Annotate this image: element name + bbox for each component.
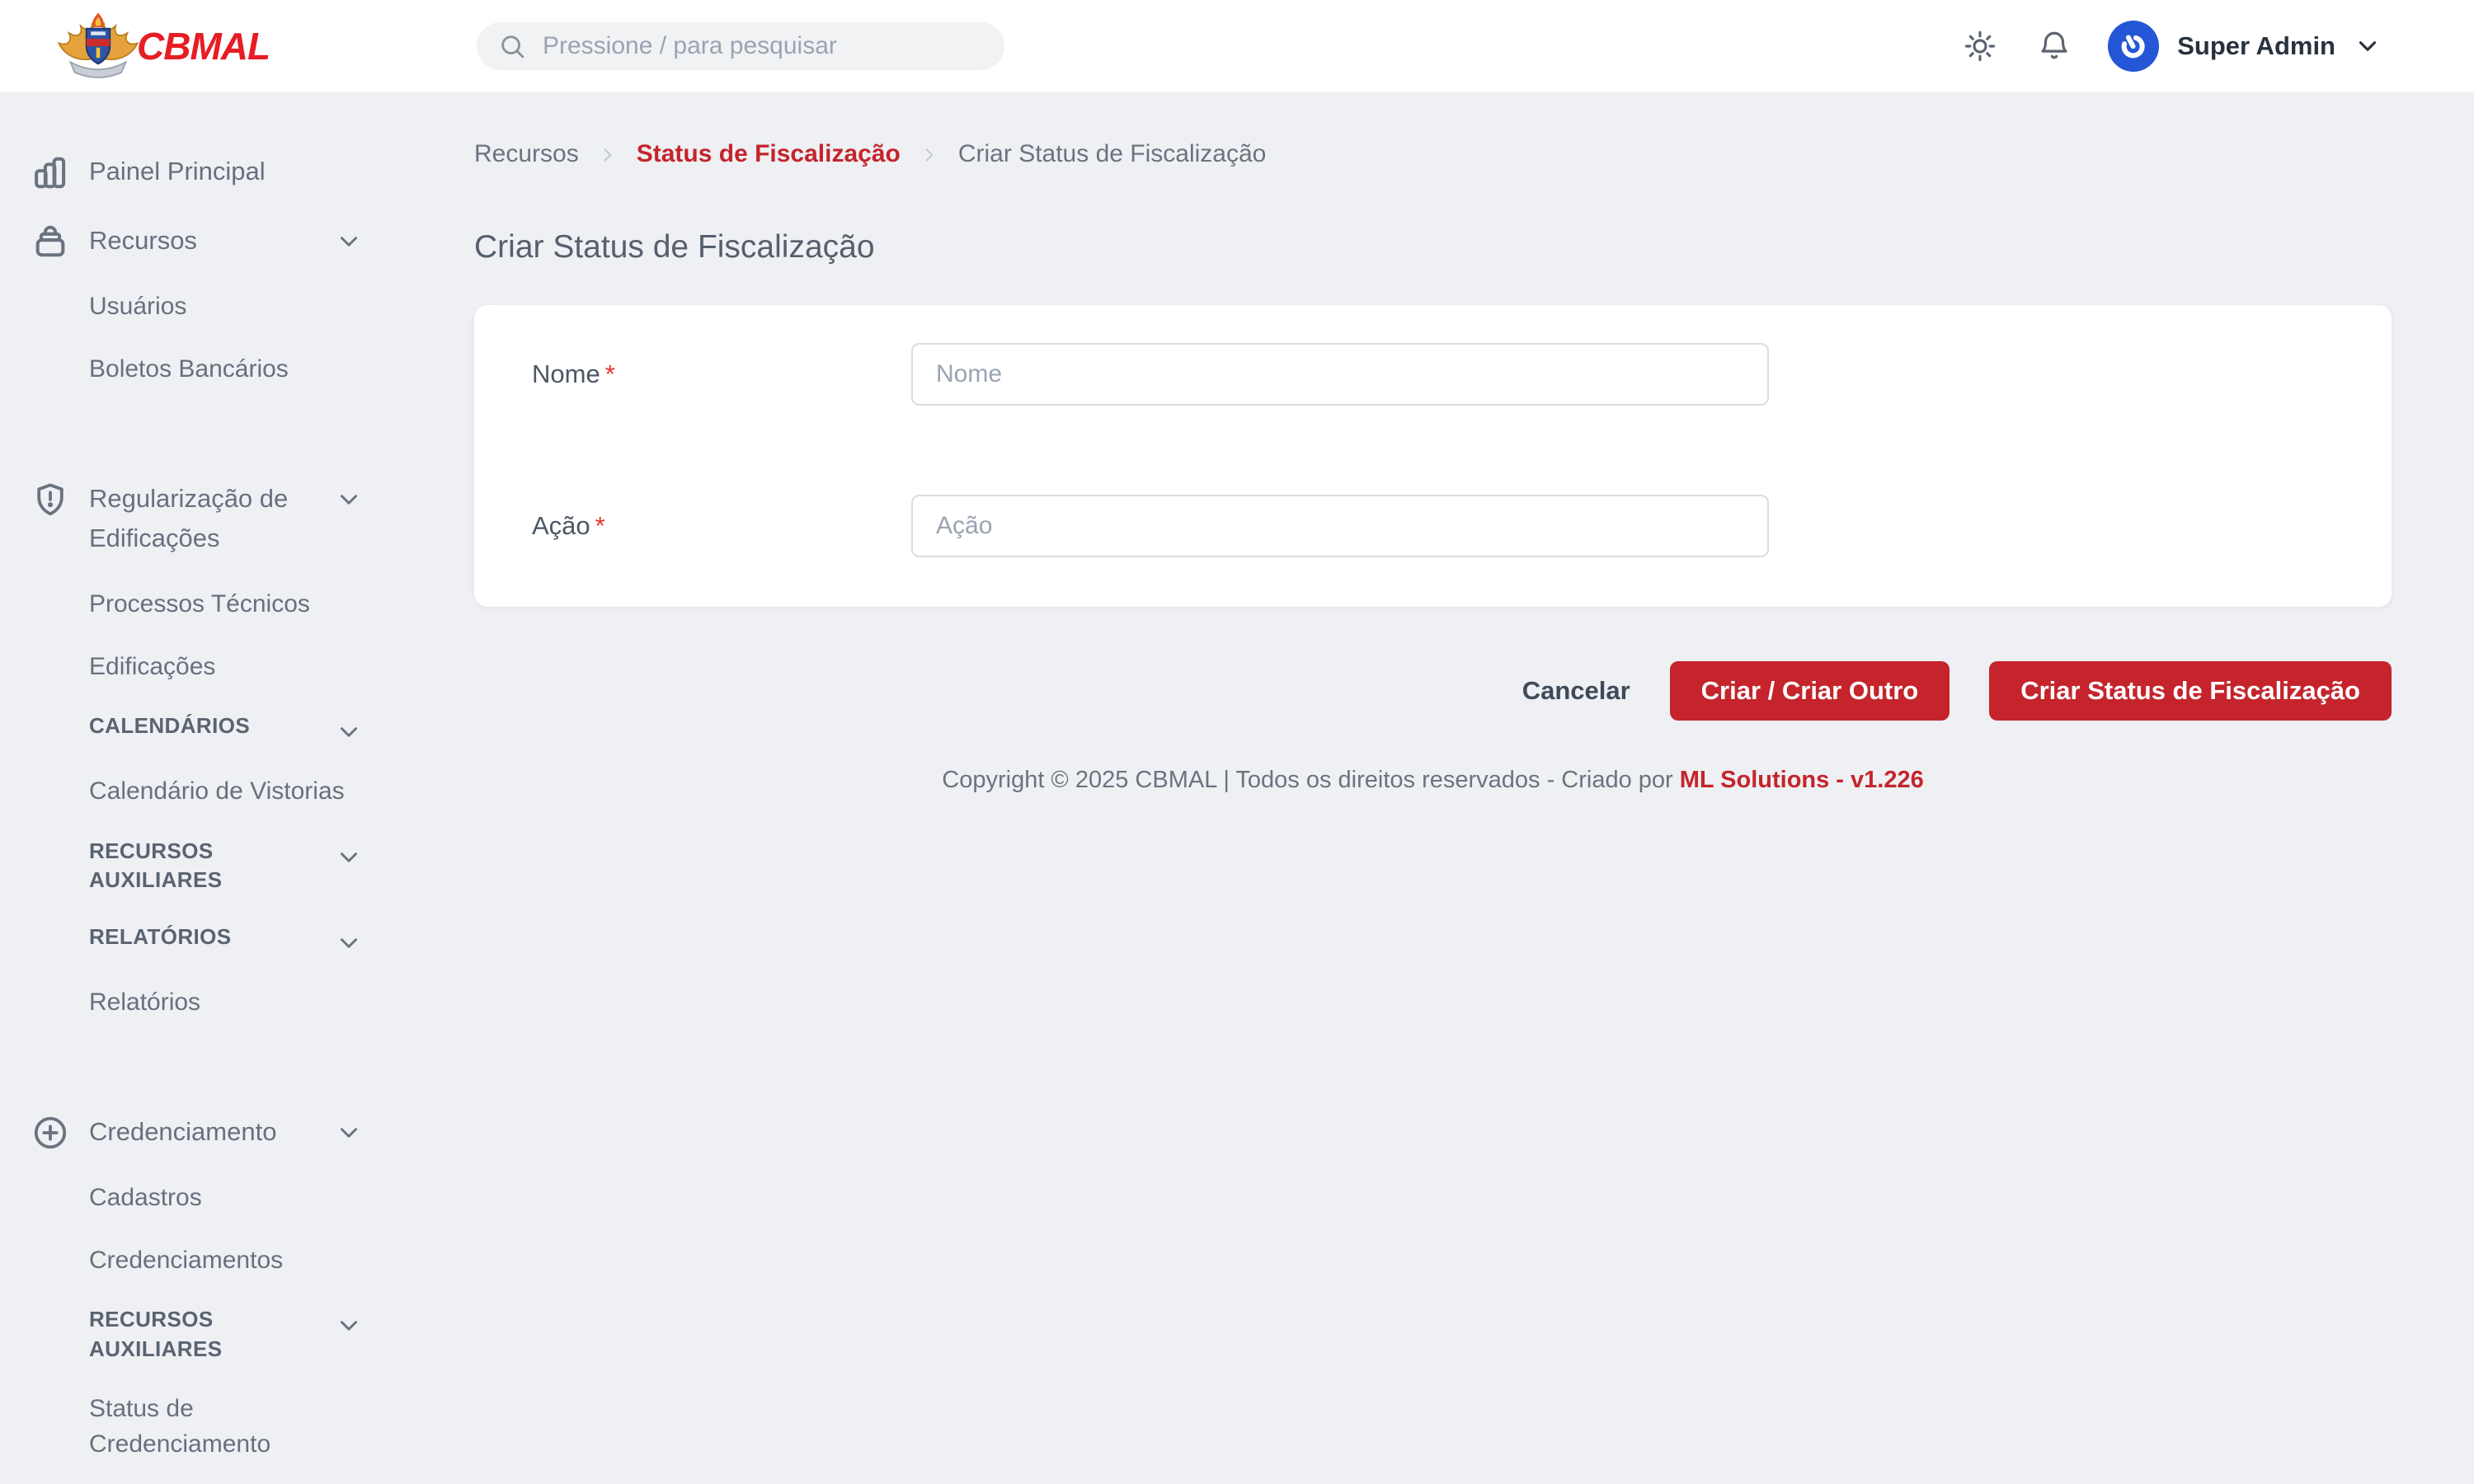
chevron-down-icon [335,228,363,256]
acao-label: Ação* [532,511,911,541]
form-actions: Cancelar Criar / Criar Outro Criar Statu… [474,661,2392,721]
sidebar-sub-cadastros[interactable]: Cadastros [31,1167,363,1229]
footer: Copyright © 2025 CBMAL | Todos os direit… [474,767,2392,794]
sidebar-label: Boletos Bancários [89,351,363,387]
field-row-nome: Nome* [532,343,2334,406]
sidebar-label: Painel Principal [89,152,363,191]
main-content: Recursos Status de Fiscalização Criar St… [388,92,2474,1484]
cbmal-emblem-icon [54,8,142,84]
copyright-text: Copyright © 2025 CBMAL | Todos os direit… [942,767,1679,793]
sidebar-sub-status-de-credenciamento[interactable]: Status de Credenciamento [31,1378,363,1476]
required-asterisk: * [595,511,605,540]
chevron-down-icon [2354,32,2382,60]
chevron-right-icon [597,144,618,166]
bar-chart-icon [31,153,69,191]
search-input[interactable] [543,32,983,60]
sidebar-label: Recursos [89,221,308,261]
sidebar-sub-tipos-de-documentos[interactable]: Tipos de Documentos [31,1476,363,1484]
sidebar-label: CALENDÁRIOS [89,711,328,740]
sidebar-sub-credenciamentos[interactable]: Credenciamentos [31,1229,363,1292]
bell-icon [2037,29,2072,63]
sidebar-label: Usuários [89,289,363,325]
theme-toggle-button[interactable] [1959,26,2001,67]
breadcrumb: Recursos Status de Fiscalização Criar St… [474,140,2392,168]
sidebar-label: Calendário de Vistorias [89,773,363,810]
chevron-down-icon [335,718,363,746]
nome-label: Nome* [532,359,911,389]
app-logo[interactable]: CBMAL [54,8,270,84]
sidebar-label: Edificações [89,649,363,685]
user-name: Super Admin [2177,31,2335,61]
sidebar-label: Status de Credenciamento [89,1391,363,1463]
chevron-down-icon [335,843,363,871]
sidebar-sub-usuarios[interactable]: Usuários [31,275,363,338]
breadcrumb-item-current: Criar Status de Fiscalização [958,140,1266,168]
sidebar-label: Cadastros [89,1180,363,1216]
sidebar-section-relatorios[interactable]: RELATÓRIOS [31,909,363,971]
breadcrumb-item-recursos[interactable]: Recursos [474,140,579,168]
sidebar-item-recursos[interactable]: Recursos [31,206,363,275]
sidebar-label: Credenciamento [89,1112,308,1152]
breadcrumb-item-status-de-fiscalizacao[interactable]: Status de Fiscalização [637,140,901,168]
sidebar-item-credenciamento[interactable]: Credenciamento [31,1097,363,1167]
sidebar-section-recursos-auxiliares[interactable]: RECURSOS AUXILIARES [31,823,363,909]
notifications-button[interactable] [2034,26,2075,67]
header-actions: Super Admin [1959,21,2382,72]
archive-box-icon [31,223,69,261]
sidebar-label: Regularização de Edificações [89,479,308,558]
field-row-acao: Ação* [532,495,2334,557]
search-icon [498,32,526,60]
footer-brand-link[interactable]: ML Solutions - v1.226 [1680,767,1924,793]
top-bar: CBMAL [0,0,2474,92]
global-search[interactable] [477,22,1004,70]
sidebar-label: Relatórios [89,984,363,1021]
power-icon [2117,30,2150,63]
sidebar-sub-calendario-de-vistorias[interactable]: Calendário de Vistorias [31,760,363,823]
acao-field[interactable] [911,495,1769,557]
sidebar-section-recursos-auxiliares[interactable]: RECURSOS AUXILIARES [31,1291,363,1377]
chevron-down-icon [335,1119,363,1147]
user-menu[interactable]: Super Admin [2108,21,2382,72]
sidebar: Painel Principal Recursos Usuários Boletos … [0,92,388,1484]
sidebar-sub-boletos-bancarios[interactable]: Boletos Bancários [31,338,363,401]
chevron-down-icon [335,929,363,957]
plus-circle-icon [31,1114,69,1152]
avatar [2108,21,2159,72]
logo-wordmark: CBMAL [137,24,270,68]
chevron-down-icon [335,1312,363,1340]
sidebar-sub-edificacoes[interactable]: Edificações [31,636,363,698]
sidebar-sub-relatorios[interactable]: Relatórios [31,971,363,1034]
sidebar-label: Processos Técnicos [89,586,363,622]
form-card: Nome* Ação* [474,305,2392,607]
create-and-create-another-button[interactable]: Criar / Criar Outro [1670,661,1950,721]
sidebar-sub-processos-tecnicos[interactable]: Processos Técnicos [31,573,363,636]
sun-icon [1963,29,1997,63]
sidebar-item-regularizacao-de-edificacoes[interactable]: Regularização de Edificações [31,464,363,573]
sidebar-label: RELATÓRIOS [89,923,328,951]
chevron-down-icon [335,486,363,514]
page-title: Criar Status de Fiscalização [474,229,2392,265]
sidebar-label: Credenciamentos [89,1242,363,1279]
sidebar-label: RECURSOS AUXILIARES [89,837,328,895]
required-asterisk: * [605,359,615,388]
sidebar-section-calendarios[interactable]: CALENDÁRIOS [31,697,363,760]
create-button[interactable]: Criar Status de Fiscalização [1989,661,2392,721]
cancel-button[interactable]: Cancelar [1522,676,1630,706]
sidebar-label: RECURSOS AUXILIARES [89,1305,328,1363]
shield-alert-icon [31,481,69,519]
nome-field[interactable] [911,343,1769,406]
chevron-right-icon [919,144,940,166]
sidebar-item-painel-principal[interactable]: Painel Principal [31,137,363,206]
